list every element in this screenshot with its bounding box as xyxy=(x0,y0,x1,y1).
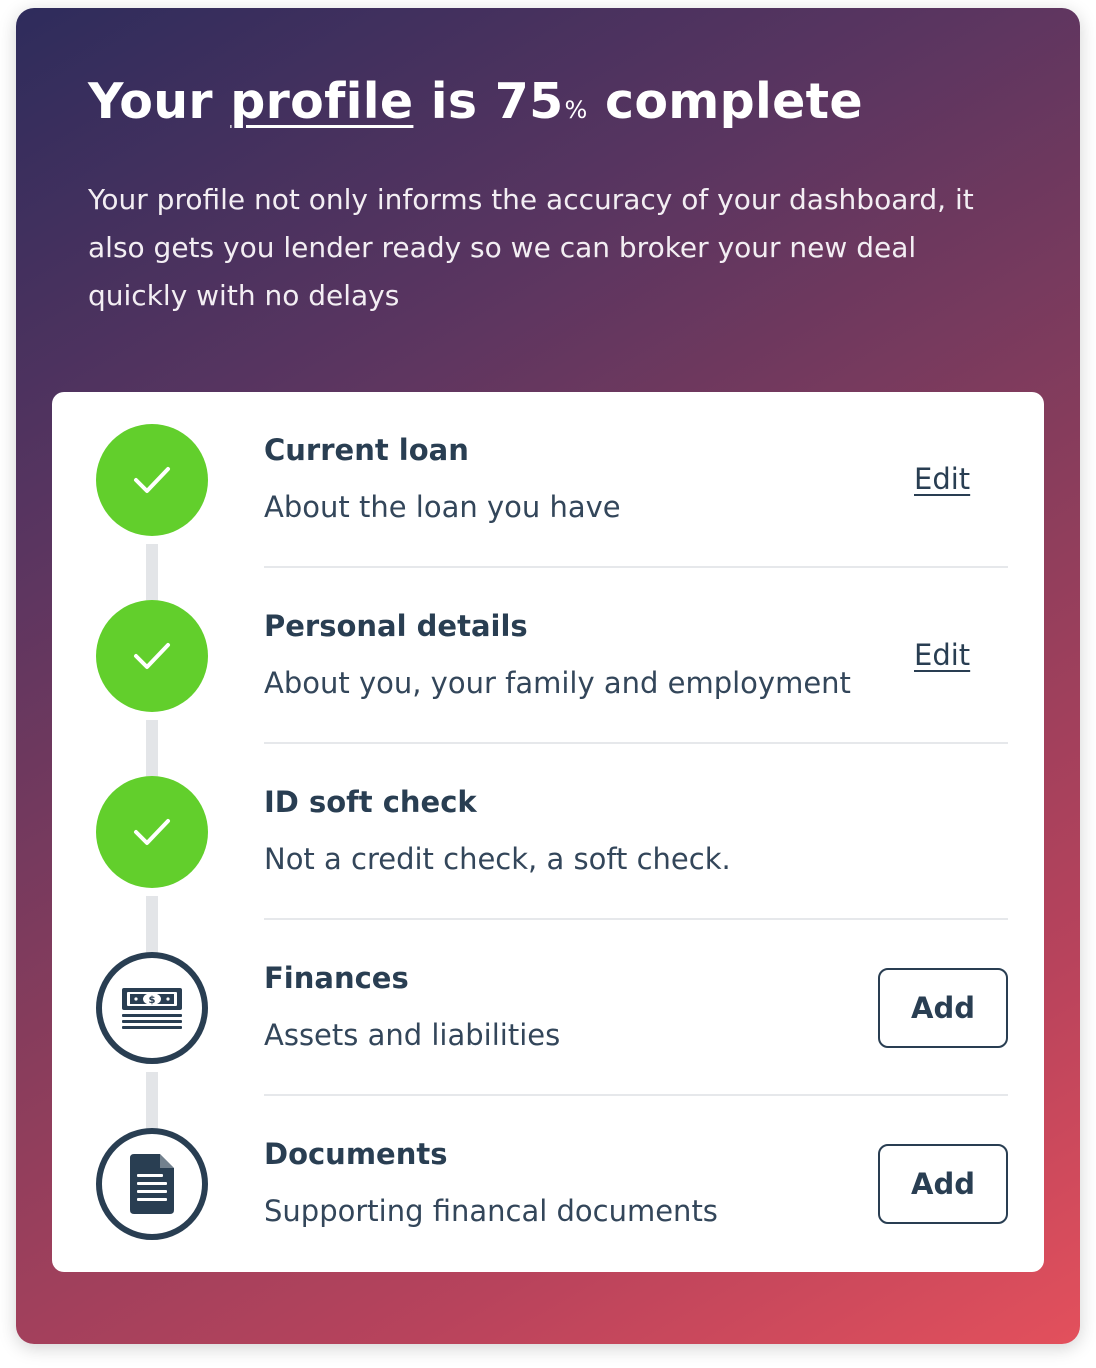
step-title: Current loan xyxy=(264,433,469,467)
step-title: Documents xyxy=(264,1137,448,1171)
divider xyxy=(264,566,1008,568)
checkmark-icon xyxy=(134,643,170,669)
title-mid: is 75 xyxy=(430,73,564,130)
step-description: About the loan you have xyxy=(264,490,621,524)
divider xyxy=(264,742,1008,744)
step-description: Assets and liabilities xyxy=(264,1018,561,1052)
step-connector xyxy=(146,720,158,776)
profile-completion-card: Your profile is 75% complete Your profil… xyxy=(16,8,1080,1344)
step-status-incomplete xyxy=(96,1128,208,1240)
money-icon: $ xyxy=(122,988,182,1029)
step-connector xyxy=(146,1072,158,1128)
checkmark-icon xyxy=(134,819,170,845)
add-finances-button[interactable]: Add xyxy=(878,968,1008,1048)
steps-panel: Current loan About the loan you have Edi… xyxy=(52,392,1044,1272)
divider xyxy=(264,918,1008,920)
percent-sign: % xyxy=(564,96,588,124)
step-title: Finances xyxy=(264,961,409,995)
step-description: Not a credit check, a soft check. xyxy=(264,842,731,876)
document-icon xyxy=(130,1154,174,1214)
profile-link[interactable]: profile xyxy=(230,73,413,130)
step-status-complete xyxy=(96,424,208,536)
step-status-complete xyxy=(96,776,208,888)
edit-personal-details-link[interactable]: Edit xyxy=(914,635,970,675)
step-connector xyxy=(146,544,158,600)
step-title: ID soft check xyxy=(264,785,477,819)
step-connector xyxy=(146,896,158,952)
step-title: Personal details xyxy=(264,609,528,643)
svg-text:$: $ xyxy=(149,995,156,1006)
intro-text: Your profile not only informs the accura… xyxy=(88,183,974,312)
checkmark-icon xyxy=(134,467,170,493)
step-description: About you, your family and employment xyxy=(264,666,851,700)
add-documents-button[interactable]: Add xyxy=(878,1144,1008,1224)
title-prefix: Your xyxy=(88,73,213,130)
page-title: Your profile is 75% complete xyxy=(88,70,863,142)
edit-current-loan-link[interactable]: Edit xyxy=(914,459,970,499)
step-description: Supporting financal documents xyxy=(264,1194,718,1228)
step-status-complete xyxy=(96,600,208,712)
divider xyxy=(264,1094,1008,1096)
title-suffix: complete xyxy=(604,73,863,130)
step-status-incomplete: $ xyxy=(96,952,208,1064)
